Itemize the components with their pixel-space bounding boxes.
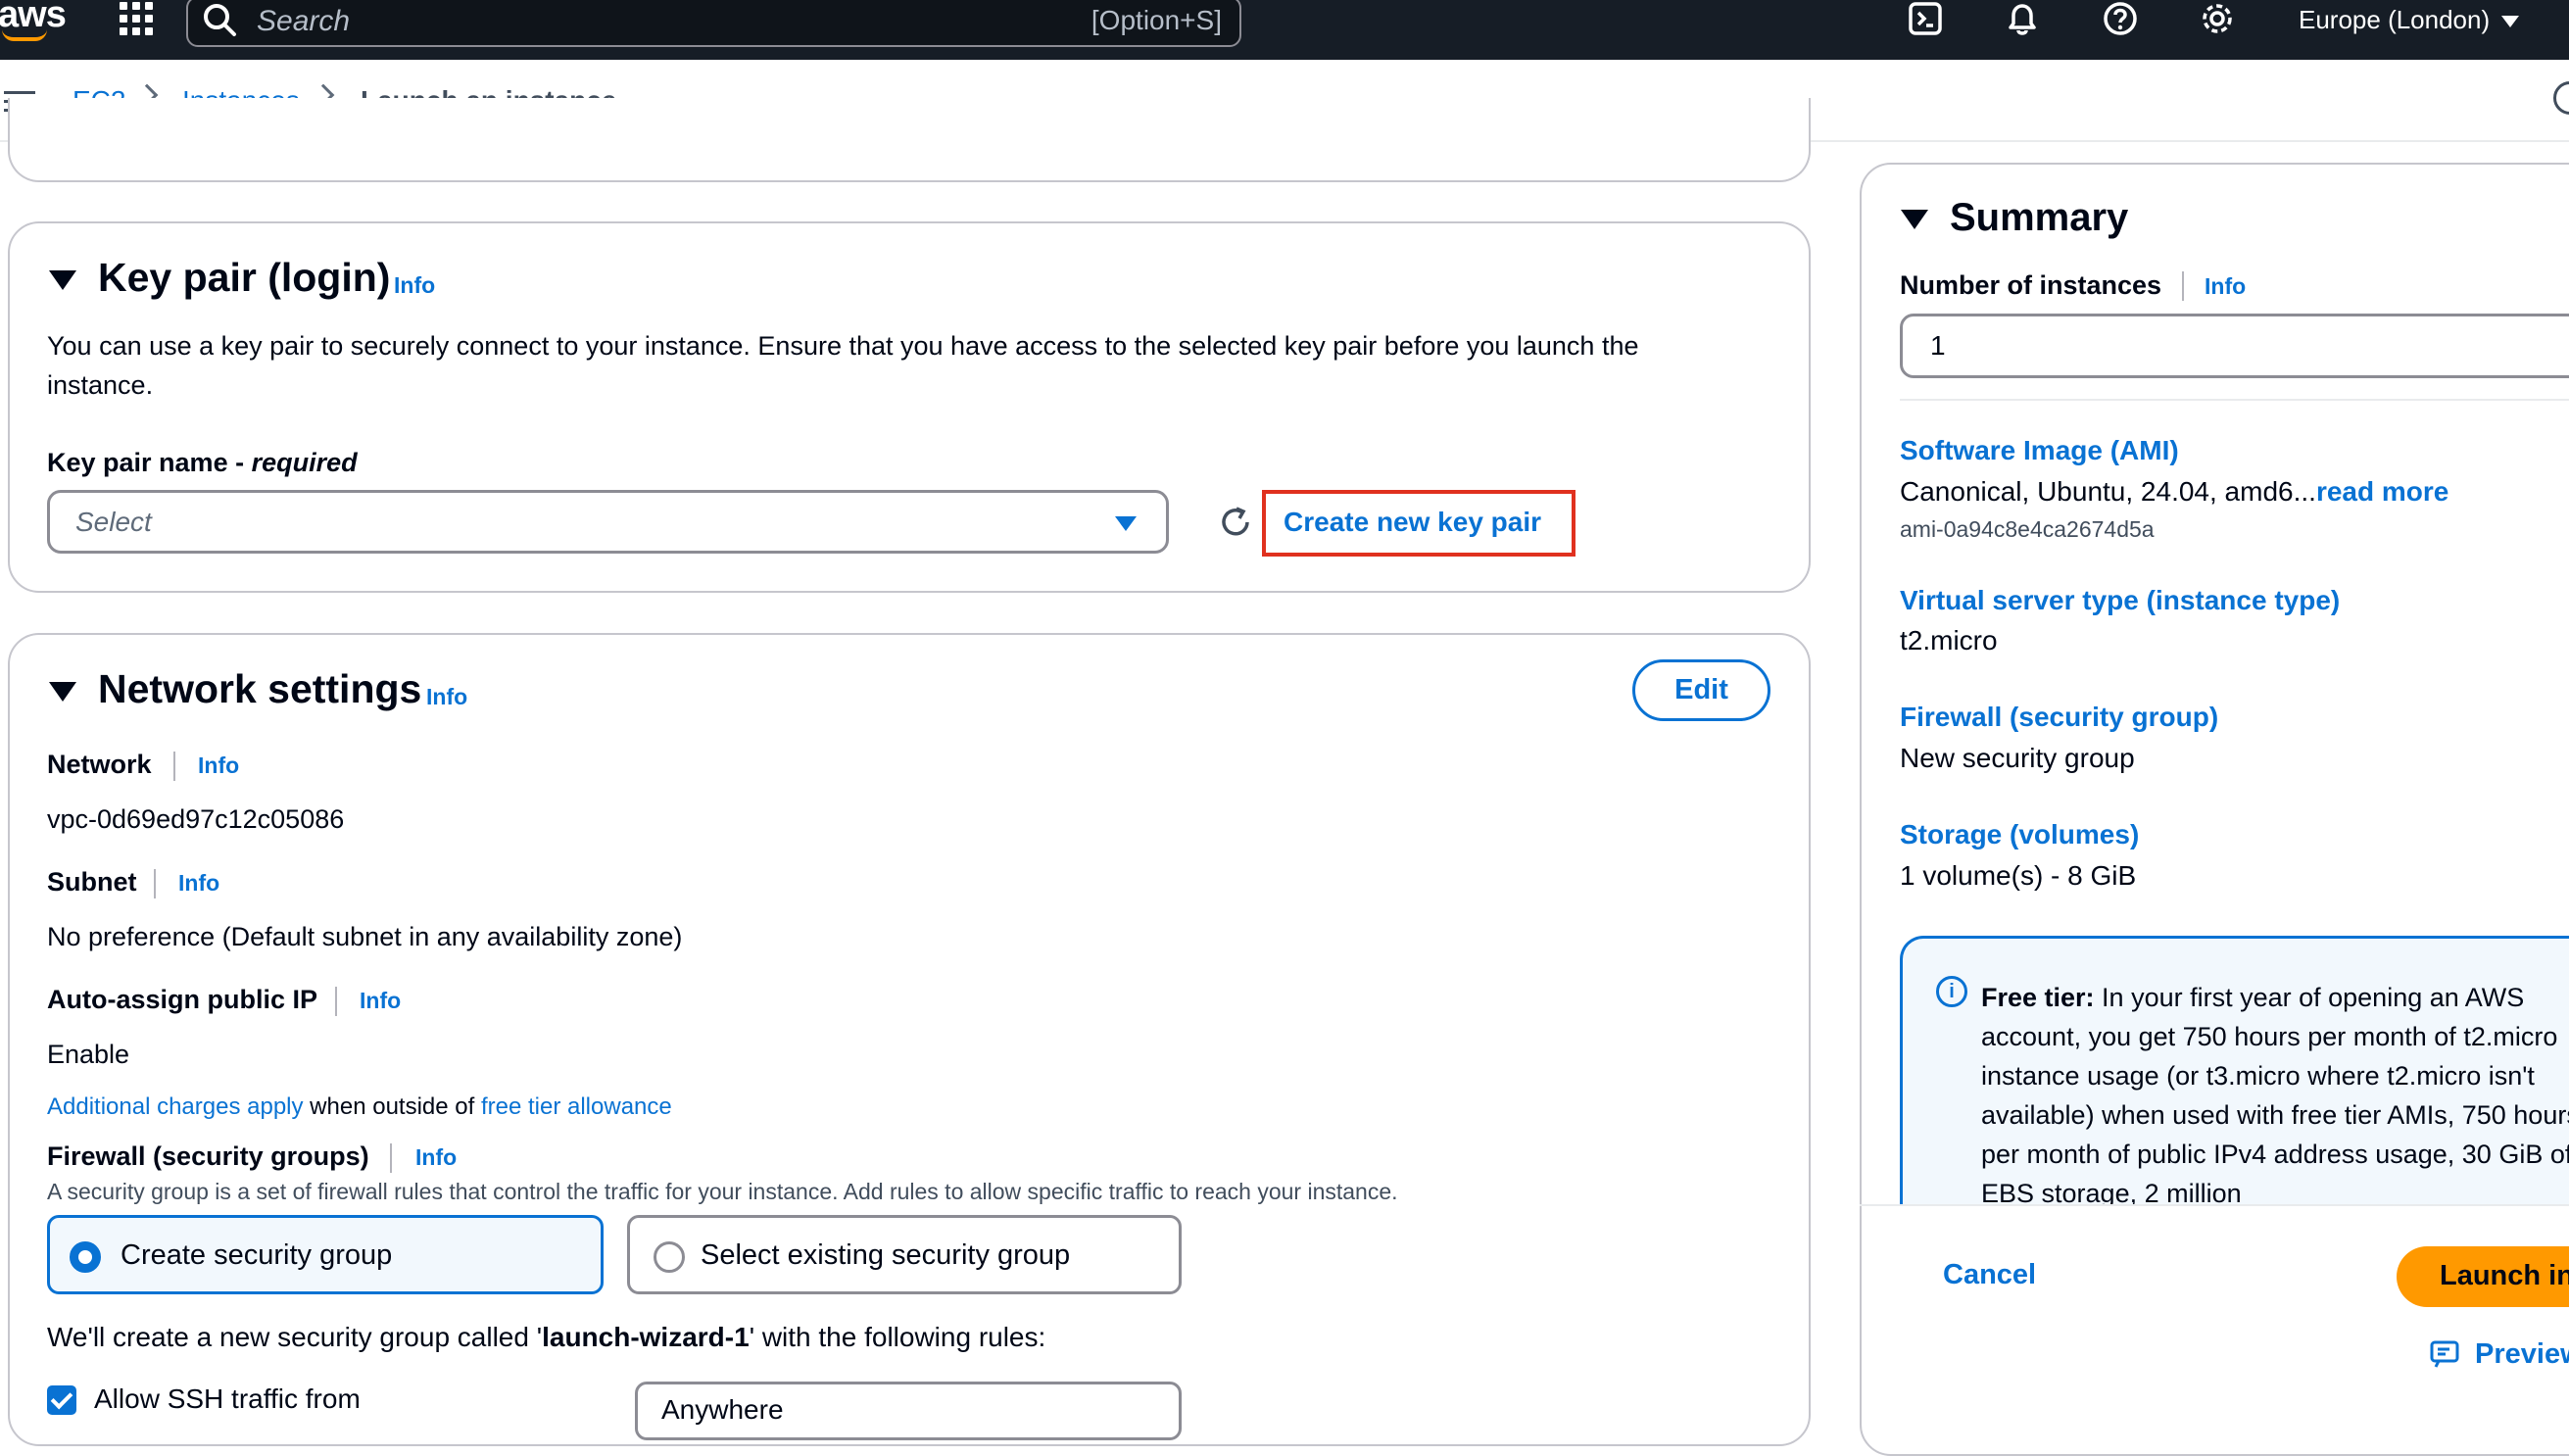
divider [2182, 271, 2184, 301]
divider [1860, 1204, 2569, 1206]
search-input[interactable]: Search [Option+S] [186, 0, 1241, 47]
network-settings-info-link[interactable]: Info [426, 684, 467, 710]
firewall-description: A security group is a set of firewall ru… [47, 1179, 1398, 1204]
summary-title: Summary [1950, 196, 2129, 239]
instances-input[interactable]: 1 [1900, 314, 2569, 378]
firewall-label: Firewall (security groups) [47, 1141, 369, 1171]
collapse-caret-icon[interactable] [1901, 210, 1928, 229]
search-shortcut: [Option+S] [1091, 5, 1222, 35]
key-pair-description: You can use a key pair to securely conne… [47, 331, 1639, 400]
additional-charges-link[interactable]: Additional charges apply [47, 1093, 304, 1120]
divider [173, 752, 175, 781]
radio-create-security-group[interactable]: Create security group [47, 1215, 604, 1294]
new-security-group-note: We'll create a new security group called… [47, 1322, 1046, 1352]
network-settings-title: Network settings [98, 666, 422, 711]
key-pair-title: Key pair (login) [98, 255, 391, 300]
cloudshell-icon[interactable] [1907, 0, 1946, 39]
divider [154, 869, 156, 898]
public-ip-value: Enable [47, 1040, 130, 1069]
key-pair-info-link[interactable]: Info [394, 272, 435, 299]
notifications-bell-icon[interactable] [2003, 0, 2042, 39]
ami-read-more-link[interactable]: read more [2316, 476, 2448, 507]
preview-code-label: Preview code [2475, 1338, 2569, 1370]
network-info-link[interactable]: Info [198, 752, 239, 779]
firewall-info-link[interactable]: Info [415, 1144, 457, 1171]
launch-instance-label: Launch instance [2440, 1260, 2569, 1291]
ssh-source-select[interactable]: Anywhere [635, 1382, 1182, 1440]
create-new-key-pair-button[interactable]: Create new key pair [1262, 490, 1575, 557]
storage-value: 1 volume(s) - 8 GiB [1900, 860, 2137, 891]
subnet-label: Subnet [47, 867, 137, 897]
preview-code-button[interactable]: Preview code [2430, 1338, 2569, 1371]
radio-unselected-icon [654, 1241, 685, 1273]
services-grid-icon[interactable] [120, 2, 153, 35]
network-label: Network [47, 750, 152, 779]
radio-create-label: Create security group [121, 1239, 393, 1271]
ssh-source-value: Anywhere [661, 1394, 784, 1425]
instance-type-value: t2.micro [1900, 625, 1998, 655]
ami-id: ami-0a94c8e4ca2674d5a [1900, 516, 2155, 542]
region-label: Europe (London) [2299, 5, 2491, 34]
storage-link[interactable]: Storage (volumes) [1900, 819, 2139, 850]
instances-info-link[interactable]: Info [2205, 273, 2246, 300]
divider [390, 1143, 392, 1173]
subnet-info-link[interactable]: Info [178, 870, 219, 897]
free-tier-allowance-link[interactable]: free tier allowance [481, 1093, 672, 1120]
code-preview-icon [2430, 1340, 2459, 1368]
top-navigation-bar: aws Search [Option+S] Europe (London) [0, 0, 2569, 60]
key-pair-select-placeholder: Select [75, 507, 152, 537]
instances-value: 1 [1930, 330, 1946, 361]
collapse-caret-icon[interactable] [49, 270, 76, 290]
radio-select-existing-security-group[interactable]: Select existing security group [627, 1215, 1182, 1294]
radio-selected-icon [70, 1241, 101, 1273]
subnet-value: No preference (Default subnet in any ava… [47, 922, 683, 951]
divider [1900, 399, 2569, 401]
previous-section-container [8, 98, 1811, 182]
info-circle-icon: i [1936, 976, 1967, 1007]
public-ip-info-link[interactable]: Info [360, 988, 401, 1014]
instances-label: Number of instances [1900, 270, 2162, 300]
free-tier-text: Free tier: In your first year of opening… [1981, 983, 2569, 1206]
key-pair-field-label: Key pair name - required [47, 448, 358, 477]
ami-link[interactable]: Software Image (AMI) [1900, 435, 2179, 466]
caret-down-icon [2501, 16, 2520, 28]
search-icon [204, 4, 236, 36]
key-pair-select[interactable]: Select [47, 490, 1169, 554]
instance-type-link[interactable]: Virtual server type (instance type) [1900, 585, 2340, 616]
clock-icon[interactable] [2553, 81, 2569, 115]
refresh-icon[interactable] [1217, 504, 1256, 543]
ami-value: Canonical, Ubuntu, 24.04, amd6...read mo… [1900, 476, 2449, 507]
settings-gear-icon[interactable] [2198, 0, 2237, 39]
help-icon[interactable] [2101, 0, 2140, 39]
caret-down-icon [1115, 516, 1137, 531]
launch-instance-button[interactable]: Launch instance [2397, 1246, 2569, 1307]
cancel-button[interactable]: Cancel [1943, 1259, 2036, 1291]
divider [335, 987, 337, 1016]
allow-ssh-label: Allow SSH traffic from [94, 1383, 361, 1414]
allow-ssh-checkbox[interactable] [47, 1385, 76, 1415]
create-new-key-pair-label: Create new key pair [1284, 507, 1542, 537]
search-placeholder: Search [257, 5, 351, 37]
radio-existing-label: Select existing security group [701, 1239, 1071, 1271]
collapse-caret-icon[interactable] [49, 682, 76, 702]
charges-note: Additional charges apply when outside of… [47, 1093, 672, 1120]
free-tier-alert: i Free tier: In your first year of openi… [1900, 936, 2569, 1206]
security-group-link[interactable]: Firewall (security group) [1900, 702, 2218, 733]
aws-logo-smile [2, 29, 47, 41]
edit-button[interactable]: Edit [1632, 659, 1770, 721]
region-selector[interactable]: Europe (London) [2299, 5, 2520, 35]
security-group-value: New security group [1900, 743, 2135, 773]
public-ip-label: Auto-assign public IP [47, 985, 318, 1014]
network-value: vpc-0d69ed97c12c05086 [47, 804, 345, 834]
